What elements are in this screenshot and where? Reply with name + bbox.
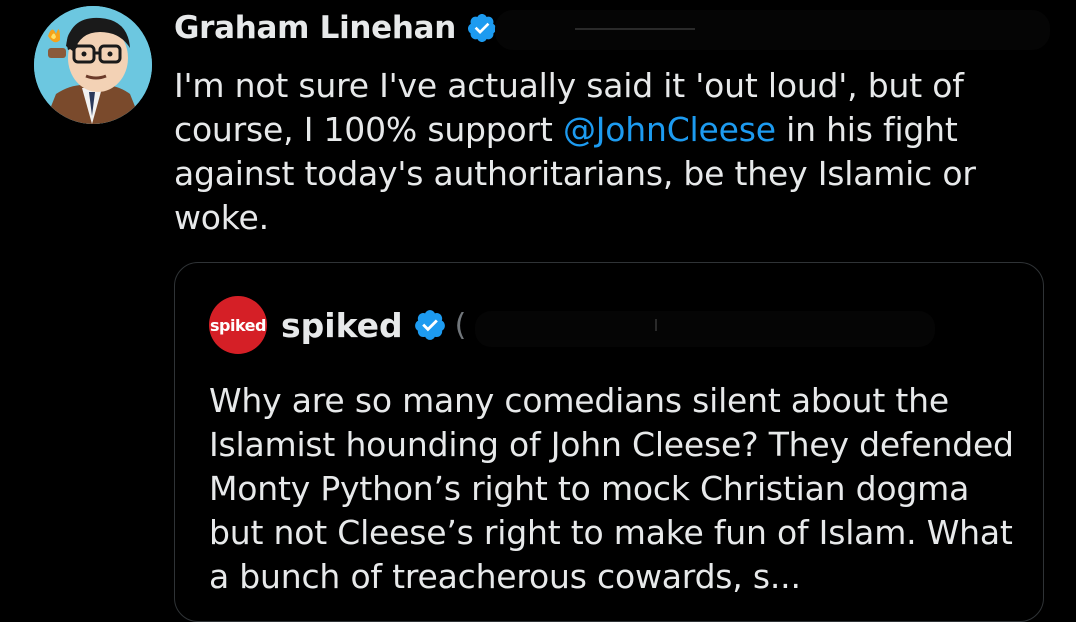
redacted-quoted-handle bbox=[475, 311, 935, 347]
quoted-tweet-header: spiked spiked ( bbox=[209, 295, 466, 355]
mention-link[interactable]: @JohnCleese bbox=[563, 110, 776, 149]
redacted-handle bbox=[495, 10, 1050, 50]
tweet-text: I'm not sure I've actually said it 'out … bbox=[174, 64, 1004, 240]
quoted-tweet-card[interactable]: spiked spiked ( Why are so many comedian… bbox=[174, 262, 1044, 622]
quoted-tweet-text: Why are so many comedians silent about t… bbox=[209, 381, 1014, 596]
quoted-handle-paren: ( bbox=[454, 307, 467, 343]
author-avatar[interactable] bbox=[34, 6, 152, 124]
author-name[interactable]: Graham Linehan bbox=[174, 10, 456, 46]
quoted-author-avatar[interactable]: spiked bbox=[209, 296, 267, 354]
tweet-header: Graham Linehan bbox=[174, 6, 498, 50]
verified-badge-icon bbox=[413, 308, 447, 342]
quoted-avatar-logo-text: spiked bbox=[210, 315, 266, 335]
quoted-author-name[interactable]: spiked bbox=[281, 306, 403, 345]
verified-badge-icon bbox=[466, 12, 498, 44]
author-avatar-illustration bbox=[34, 6, 152, 124]
